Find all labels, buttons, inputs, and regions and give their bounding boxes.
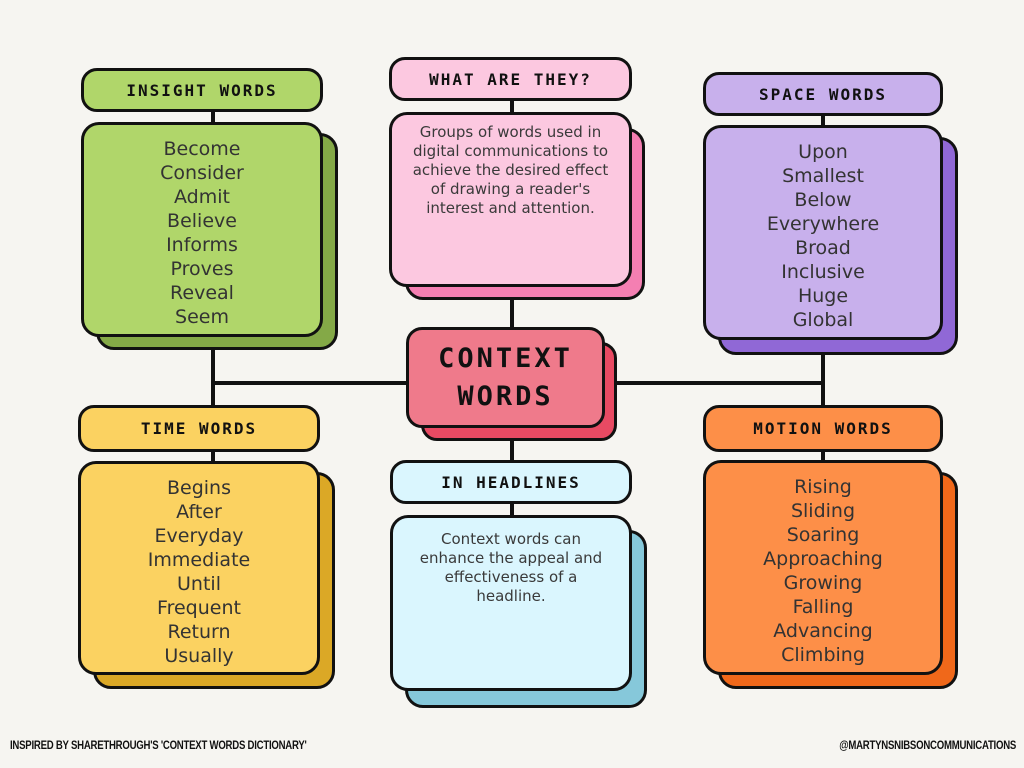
word: Growing (783, 572, 863, 594)
space-words-list: Upon Smallest Below Everywhere Broad Inc… (706, 128, 940, 332)
word: Falling (792, 596, 854, 618)
word: Upon (798, 141, 848, 163)
space-words-title: SPACE WORDS (703, 72, 943, 116)
word: Proves (170, 258, 234, 280)
word: Consider (160, 162, 244, 184)
space-words-card: Upon Smallest Below Everywhere Broad Inc… (703, 125, 943, 340)
insight-words-title: INSIGHT WORDS (81, 68, 323, 112)
word: Sliding (790, 500, 856, 522)
word: Below (794, 189, 852, 211)
in-headlines-title: IN HEADLINES (390, 460, 632, 504)
what-are-they-text: Groups of words used in digital communic… (412, 123, 609, 217)
what-are-they-title: WHAT ARE THEY? (389, 57, 632, 101)
motion-words-list: Rising Sliding Soaring Approaching Growi… (706, 463, 940, 667)
word: After (176, 501, 222, 523)
word: Advancing (773, 620, 873, 642)
connector-right-horizontal (612, 381, 824, 385)
connector-bottom-vertical (510, 440, 514, 462)
word: Rising (794, 476, 852, 498)
word: Soaring (786, 524, 860, 546)
word: Return (167, 621, 231, 643)
word: Informs (166, 234, 238, 256)
word: Admit (174, 186, 230, 208)
connector-left-vertical (211, 340, 215, 410)
word: Until (177, 573, 221, 595)
footer-handle: @martynsnibsoncommunications (839, 738, 1016, 752)
center-title-line1: CONTEXT (438, 343, 573, 374)
word: Usually (164, 645, 234, 667)
connector-left-horizontal (211, 381, 411, 385)
word: Everywhere (766, 213, 880, 235)
word: Smallest (782, 165, 864, 187)
word: Believe (167, 210, 237, 232)
time-words-title: TIME WORDS (78, 405, 320, 452)
insight-words-card: Become Consider Admit Believe Informs Pr… (81, 122, 323, 337)
word: Huge (797, 285, 849, 307)
word: Reveal (170, 282, 234, 304)
word: Climbing (781, 644, 865, 666)
word: Approaching (763, 548, 883, 570)
time-words-list: Begins After Everyday Immediate Until Fr… (81, 464, 317, 668)
word: Seem (175, 306, 229, 328)
time-words-card: Begins After Everyday Immediate Until Fr… (78, 461, 320, 675)
context-words-card: CONTEXT WORDS (406, 327, 605, 428)
word: Begins (166, 477, 231, 499)
in-headlines-card: Context words can enhance the appeal and… (390, 515, 632, 691)
what-are-they-card: Groups of words used in digital communic… (389, 112, 632, 287)
motion-words-card: Rising Sliding Soaring Approaching Growi… (703, 460, 943, 675)
insight-words-list: Become Consider Admit Believe Informs Pr… (84, 125, 320, 329)
motion-words-title: MOTION WORDS (703, 405, 943, 452)
word: Frequent (157, 597, 241, 619)
word: Inclusive (781, 261, 865, 283)
center-title-line2: WORDS (457, 381, 554, 412)
word: Global (792, 309, 854, 331)
connector-top-vertical (510, 295, 514, 330)
in-headlines-text: Context words can enhance the appeal and… (419, 530, 603, 605)
word: Immediate (147, 549, 251, 571)
footer-credit: Inspired by Sharethrough's 'Context Word… (10, 738, 307, 752)
word: Become (163, 138, 241, 160)
word: Broad (795, 237, 851, 259)
word: Everyday (154, 525, 244, 547)
